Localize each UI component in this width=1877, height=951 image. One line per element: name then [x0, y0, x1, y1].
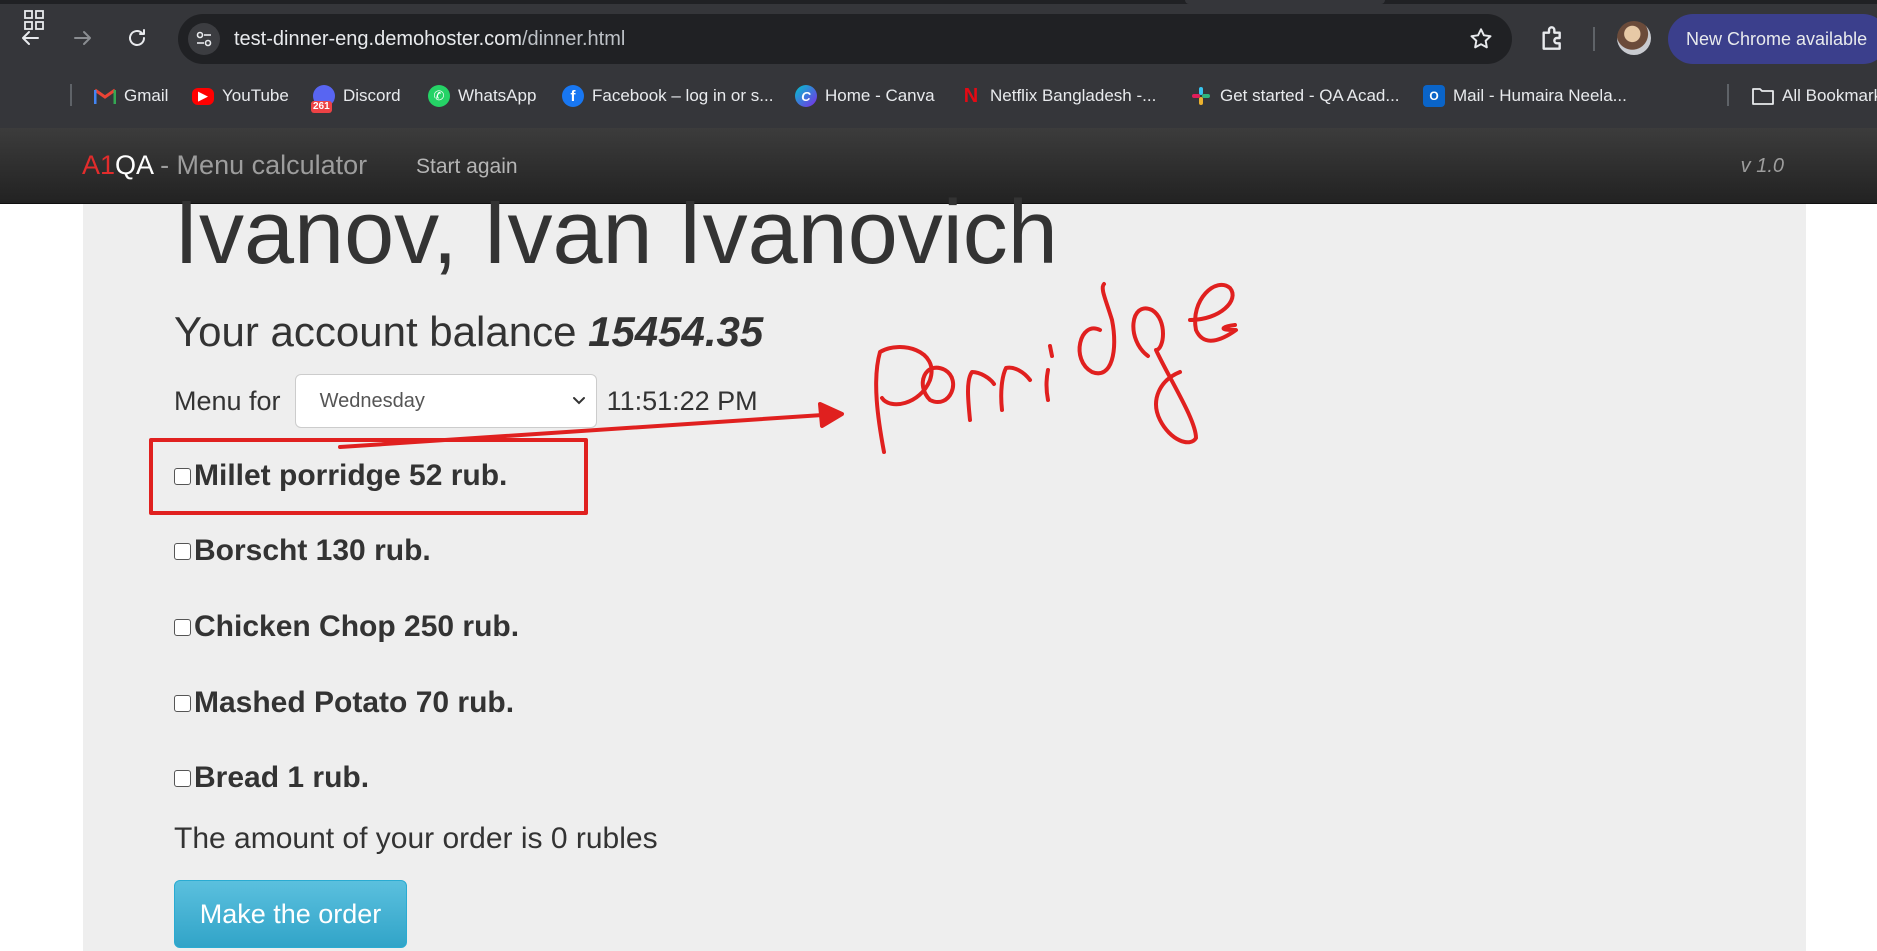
bookmark-label: Mail - Humaira Neela...	[1453, 86, 1627, 105]
bookmark-label: WhatsApp	[458, 86, 537, 105]
menu-item-bread[interactable]: Bread 1 rub.	[174, 756, 369, 800]
bookmark-star-icon[interactable]	[1468, 26, 1494, 52]
site-info-button[interactable]	[188, 23, 220, 55]
menu-item-chicken-chop[interactable]: Chicken Chop 250 rub.	[174, 605, 519, 649]
url-text[interactable]: test-dinner-eng.demohoster.com/dinner.ht…	[234, 28, 625, 51]
bookmark-canva[interactable]: C Home - Canva	[795, 76, 935, 116]
item-checkbox[interactable]	[174, 467, 191, 485]
bookmarks-bar: Gmail ▶ YouTube 261 Discord ✆ WhatsApp f…	[0, 76, 1877, 116]
bookmark-label: Netflix Bangladesh -...	[990, 86, 1157, 105]
item-checkbox[interactable]	[174, 542, 191, 560]
bookmark-all-bookmarks[interactable]: All Bookmarks	[1752, 76, 1877, 116]
bookmark-qa-academy[interactable]: Get started - QA Acad...	[1190, 76, 1400, 116]
order-amount-text: The amount of your order is 0 rubles	[174, 822, 658, 855]
reload-button[interactable]	[119, 20, 155, 56]
brand-logo[interactable]: A1QA - Menu calculator	[82, 150, 367, 181]
menu-item-mashed-potato[interactable]: Mashed Potato 70 rub.	[174, 681, 514, 725]
menu-for-label: Menu for	[174, 385, 281, 416]
balance-value: 15454.35	[588, 308, 764, 355]
bookmark-netflix[interactable]: N Netflix Bangladesh -...	[960, 76, 1157, 116]
item-checkbox[interactable]	[174, 769, 191, 787]
bookmark-label: Facebook – log in or s...	[592, 86, 774, 105]
bookmark-discord[interactable]: 261 Discord	[311, 76, 401, 116]
selected-day: Wednesday	[319, 389, 425, 412]
address-bar[interactable]: test-dinner-eng.demohoster.com/dinner.ht…	[178, 14, 1512, 64]
item-label: Bread 1 rub.	[194, 761, 370, 794]
outlook-icon: O	[1423, 85, 1445, 107]
menu-day-row: Menu for Wednesday 11:51:22 PM	[174, 374, 758, 428]
toolbar-separator	[1593, 27, 1595, 51]
url-path: /dinner.html	[521, 28, 626, 50]
item-label: Mashed Potato 70 rub.	[194, 686, 515, 719]
whatsapp-icon: ✆	[428, 85, 450, 107]
brand-a1: A1	[82, 150, 116, 180]
balance-label: Your account balance	[174, 308, 589, 355]
bookmark-youtube[interactable]: ▶ YouTube	[192, 76, 289, 116]
brand-qa: QA	[115, 150, 153, 180]
menu-item-millet-porridge[interactable]: Millet porridge 52 rub.	[174, 454, 507, 498]
item-checkbox[interactable]	[174, 618, 191, 636]
facebook-icon: f	[562, 85, 584, 107]
version-label: v 1.0	[1740, 155, 1784, 177]
bookmark-facebook[interactable]: f Facebook – log in or s...	[562, 76, 773, 116]
bookmark-label: YouTube	[222, 86, 289, 105]
bookmark-outlook[interactable]: O Mail - Humaira Neela...	[1423, 76, 1627, 116]
forward-button[interactable]	[65, 20, 101, 56]
netflix-icon: N	[963, 84, 979, 107]
new-chrome-available-button[interactable]: New Chrome available	[1668, 14, 1877, 64]
bookmark-label: Gmail	[124, 86, 169, 105]
start-again-link[interactable]: Start again	[416, 155, 518, 179]
current-time: 11:51:22 PM	[606, 385, 758, 416]
folder-icon	[1752, 85, 1774, 107]
item-label: Millet porridge 52 rub.	[194, 459, 508, 492]
discord-icon: 261	[311, 85, 335, 113]
day-select[interactable]: Wednesday	[294, 374, 597, 428]
item-label: Borscht 130 rub.	[194, 534, 431, 567]
bookmark-whatsapp[interactable]: ✆ WhatsApp	[428, 76, 536, 116]
tune-icon	[196, 31, 212, 47]
make-order-button[interactable]: Make the order	[174, 880, 407, 948]
apps-grid-button[interactable]	[22, 0, 46, 40]
canva-icon: C	[795, 85, 817, 107]
bookmark-label: All Bookmarks	[1782, 86, 1877, 105]
menu-item-borscht[interactable]: Borscht 130 rub.	[174, 529, 431, 573]
brand-title: - Menu calculator	[152, 150, 368, 180]
youtube-icon: ▶	[192, 87, 214, 105]
item-checkbox[interactable]	[174, 694, 191, 712]
extensions-puzzle-icon[interactable]	[1537, 22, 1569, 54]
reload-icon	[129, 29, 145, 46]
arrow-right-icon	[74, 31, 91, 45]
user-name-heading: Ivanov, Ivan Ivanovich	[174, 183, 1058, 283]
active-tab-edge[interactable]	[1185, 0, 1385, 4]
apps-grid-icon	[24, 10, 44, 30]
bookmark-label: Discord	[343, 86, 401, 105]
gmail-icon	[94, 85, 116, 107]
item-label: Chicken Chop 250 rub.	[194, 610, 520, 643]
chevron-down-icon	[572, 397, 585, 405]
url-host: test-dinner-eng.demohoster.com	[234, 28, 522, 50]
tab-strip	[0, 0, 1877, 4]
bookmarks-separator	[1727, 84, 1729, 106]
discord-badge: 261	[311, 101, 332, 113]
account-balance: Your account balance 15454.35	[174, 308, 763, 356]
bookmark-label: Get started - QA Acad...	[1220, 86, 1400, 105]
slack-icon	[1190, 85, 1212, 107]
profile-avatar[interactable]	[1617, 21, 1651, 55]
bookmark-gmail[interactable]: Gmail	[94, 76, 168, 116]
bookmark-label: Home - Canva	[825, 86, 935, 105]
